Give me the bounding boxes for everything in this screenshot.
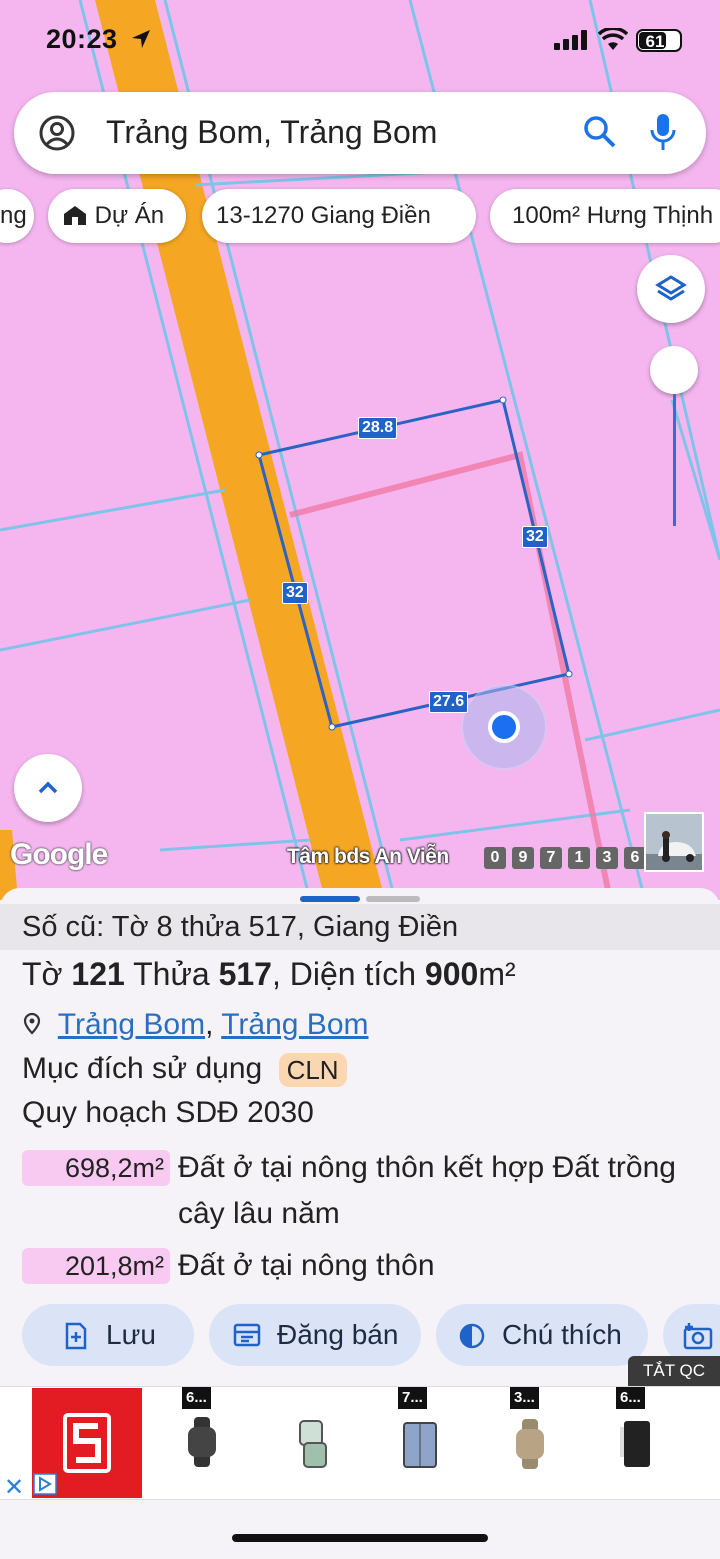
zoom-slider-track[interactable] [673, 394, 676, 526]
car-photo-icon [646, 814, 702, 870]
map-view[interactable]: 28.8 32 32 27.6 20:23 61 Trảng Bom, Trản… [0, 0, 720, 900]
filter-chips: ng Dự Án 13-1270 Giang Điền 100m² Hưng T… [0, 189, 720, 243]
zone-area-badge: 201,8m² [22, 1248, 170, 1284]
sheet-handle[interactable] [300, 896, 360, 902]
avatar [644, 812, 704, 872]
post-sale-button[interactable]: Đăng bán [209, 1304, 421, 1366]
district-link[interactable]: Trảng Bom [58, 1008, 205, 1041]
zone-description: Đất ở tại nông thôn kết hợp Đất trồng câ… [178, 1151, 676, 1230]
zone-description: Đất ở tại nông thôn [178, 1249, 435, 1282]
account-icon[interactable] [38, 114, 76, 152]
phone-digit: 6 [624, 847, 646, 869]
chevron-up-icon [38, 781, 58, 794]
chip-hung-thinh[interactable]: 100m² Hưng Thịnh [490, 189, 720, 243]
phone-digit: 9 [512, 847, 534, 869]
land-use-purpose: Mục đích sử dụng CLN [22, 1052, 347, 1088]
mic-icon[interactable] [648, 112, 678, 154]
zone-area-badge: 698,2m² [22, 1150, 170, 1186]
phone-flip-icon [299, 1420, 327, 1468]
search-icon[interactable] [582, 114, 618, 150]
contrast-icon [459, 1323, 485, 1349]
legend-button[interactable]: Chú thích [436, 1304, 648, 1366]
ad-banner[interactable]: 6... 7... 3... 6... ✕ [0, 1386, 720, 1502]
phone-icon [620, 1421, 650, 1467]
adchoices-icon[interactable] [33, 1473, 57, 1495]
hide-ad-button[interactable]: TẮT QC [628, 1356, 720, 1386]
battery-icon: 61 [636, 29, 682, 52]
location-arrow-icon [132, 30, 150, 48]
measure-bottom: 27.6 [429, 691, 469, 713]
house-icon [64, 206, 86, 225]
wifi-icon [598, 28, 628, 50]
ad-close-icon[interactable]: ✕ [4, 1473, 24, 1502]
parcel-location: Trảng Bom, Trảng Bom [22, 1008, 369, 1042]
product-tag: 6... [182, 1387, 211, 1409]
measure-right: 32 [522, 526, 548, 548]
status-bar: 20:23 61 [0, 0, 720, 80]
watch-icon [188, 1417, 216, 1467]
parcel-info-sheet[interactable]: Số cũ: Tờ 8 thửa 517, Giang Điền Tờ 121 … [0, 888, 720, 1388]
phone-digit: 1 [568, 847, 590, 869]
measure-top: 28.8 [358, 417, 398, 439]
land-use-code-badge: CLN [278, 1053, 347, 1088]
watermark-text: Tâm bds An Viễn [287, 845, 449, 868]
zoom-slider-handle[interactable] [650, 346, 698, 394]
layers-button[interactable] [637, 255, 705, 323]
commune-link[interactable]: Trảng Bom [221, 1008, 368, 1041]
bookmark-add-icon [65, 1322, 87, 1350]
chip-0[interactable]: ng [0, 189, 34, 243]
product-tag: 3... [510, 1387, 539, 1409]
plan-heading: Quy hoạch SDĐ 2030 [22, 1096, 314, 1129]
chip-du-an[interactable]: Dự Án [48, 189, 186, 243]
watch-gold-icon [516, 1419, 544, 1469]
product-tag: 7... [398, 1387, 427, 1409]
save-button[interactable]: Lưu [22, 1304, 194, 1366]
chip-giang-dien[interactable]: 13-1270 Giang Điền [202, 189, 476, 243]
expand-up-button[interactable] [14, 754, 82, 822]
foldable-phone-icon [403, 1422, 437, 1468]
pin-icon [23, 1012, 41, 1035]
old-reference: Số cũ: Tờ 8 thửa 517, Giang Điền [0, 904, 720, 950]
layers-icon [655, 275, 687, 301]
phone-digit: 7 [540, 847, 562, 869]
product-tag: 6... [616, 1387, 645, 1409]
measure-left: 32 [282, 582, 308, 604]
phone-digit: 0 [484, 847, 506, 869]
signal-icon [554, 30, 587, 50]
clock: 20:23 [46, 24, 118, 54]
camera-add-icon [683, 1323, 713, 1350]
sheet-handle-secondary[interactable] [366, 896, 420, 902]
battery-level: 61 [645, 32, 665, 51]
parcel-title: Tờ 121 Thửa 517, Diện tích 900m² [22, 956, 516, 992]
search-bar[interactable]: Trảng Bom, Trảng Bom [14, 92, 706, 174]
home-indicator[interactable] [232, 1534, 488, 1542]
listing-icon [233, 1323, 261, 1347]
google-logo: Google [10, 838, 108, 871]
phone-digit: 3 [596, 847, 618, 869]
search-input[interactable]: Trảng Bom, Trảng Bom [106, 114, 437, 151]
